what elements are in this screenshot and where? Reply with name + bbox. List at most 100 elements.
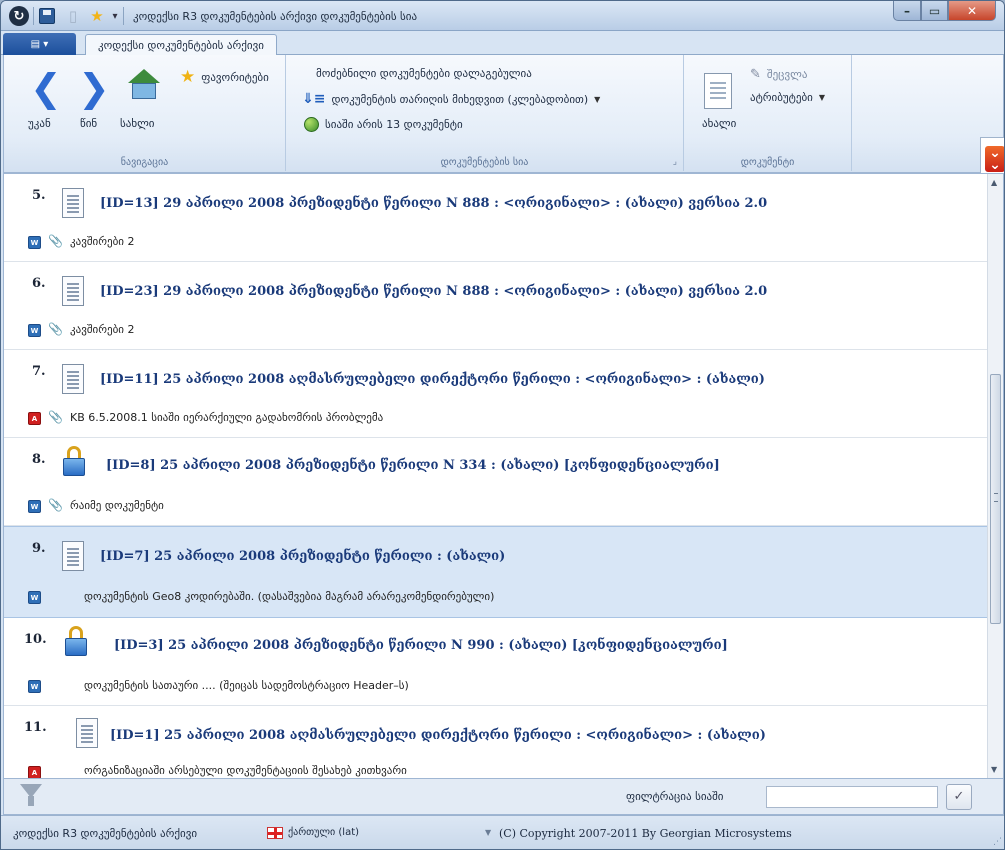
copyright-text: (C) Copyright 2007-2011 By Georgian Micr… xyxy=(499,827,792,840)
list-item[interactable]: 8. [ID=8] 25 აპრილი 2008 პრეზიდენტი წერი… xyxy=(4,438,988,526)
filter-bar: ფილტრაცია სიაში ✓ xyxy=(3,779,1004,815)
group-label-navigation: ნავიგაცია xyxy=(120,157,169,168)
record-description: KB 6.5.2008.1 სიაში იერარქიული გადახომრი… xyxy=(70,411,384,424)
record-description: კავშირები 2 xyxy=(70,323,135,336)
maximize-button[interactable]: ▭ xyxy=(921,1,948,21)
group-label-document: დოკუმენტი xyxy=(740,157,795,168)
back-arrow-icon[interactable]: ❮ xyxy=(30,69,62,107)
filter-funnel-icon[interactable] xyxy=(20,784,42,806)
record-number: 11. xyxy=(24,720,47,735)
ribbon-group-navigation: ❮ უკან ❯ წინ სახლი ★ ფავორიტები ნავიგაცი… xyxy=(4,55,286,171)
attachment-icon[interactable]: 📎 xyxy=(48,234,63,248)
star-icon: ★ xyxy=(180,67,196,87)
forward-arrow-icon[interactable]: ❯ xyxy=(78,69,110,107)
favorites-button[interactable]: ★ ფავორიტები xyxy=(180,67,269,87)
app-window: ↻ ▯ ★ ▾ კოდექსი R3 დოკუმენტების არქივი დ… xyxy=(0,0,1005,850)
filter-input[interactable] xyxy=(766,786,938,808)
scrollbar-thumb[interactable] xyxy=(990,374,1001,624)
record-description: ორგანიზაციაში არსებული დოკუმენტაციის შეს… xyxy=(84,764,407,777)
home-label[interactable]: სახლი xyxy=(120,117,154,130)
forward-label[interactable]: წინ xyxy=(80,117,97,130)
edit-label: შეცვლა xyxy=(766,68,808,81)
separator xyxy=(123,7,124,25)
word-icon[interactable]: W xyxy=(28,591,41,604)
record-title[interactable]: [ID=23] 29 აპრილი 2008 პრეზიდენტი წერილი… xyxy=(100,284,767,299)
record-number: 9. xyxy=(32,541,46,556)
refresh-icon[interactable]: ↻ xyxy=(9,6,29,26)
back-label[interactable]: უკან xyxy=(28,117,51,130)
pdf-icon[interactable]: A xyxy=(28,766,41,778)
ribbon-tab-row: ▤ ▾ კოდექსი დოკუმენტების არქივი xyxy=(1,31,1004,56)
word-icon[interactable]: W xyxy=(28,324,41,337)
attachment-icon[interactable]: 📎 xyxy=(48,498,63,512)
document-list: 5. [ID=13] 29 აპრილი 2008 პრეზიდენტი წერ… xyxy=(3,173,1004,779)
record-number: 7. xyxy=(32,364,46,379)
georgia-flag-icon xyxy=(267,827,283,839)
apply-filter-button[interactable]: ✓ xyxy=(946,784,972,810)
record-number: 5. xyxy=(32,188,46,203)
list-item[interactable]: 10. [ID=3] 25 აპრილი 2008 პრეზიდენტი წერ… xyxy=(4,618,988,706)
attachment-icon[interactable]: 📎 xyxy=(48,410,63,424)
list-item[interactable]: 5. [ID=13] 29 აპრილი 2008 პრეზიდენტი წერ… xyxy=(4,174,988,262)
minimize-button[interactable]: – xyxy=(893,1,921,21)
document-icon[interactable]: ▯ xyxy=(63,6,83,26)
record-title[interactable]: [ID=13] 29 აპრილი 2008 პრეზიდენტი წერილი… xyxy=(100,196,767,211)
tab-archive[interactable]: კოდექსი დოკუმენტების არქივი xyxy=(85,34,277,56)
attributes-dropdown[interactable]: ატრიბუტები ▼ xyxy=(750,91,825,104)
new-document-icon[interactable] xyxy=(704,73,732,109)
collapse-ribbon-button[interactable]: ⌄ ⌄ xyxy=(980,137,1004,177)
favorite-star-icon[interactable]: ★ xyxy=(87,6,107,26)
save-icon[interactable] xyxy=(39,8,55,24)
document-count-label: სიაში არის 13 დოკუმენტი xyxy=(325,118,463,131)
record-description: დოკუმენტის სათაური .... (შეიცას სადემოსტ… xyxy=(84,679,409,692)
record-title[interactable]: [ID=11] 25 აპრილი 2008 აღმასრულებელი დირ… xyxy=(100,372,765,387)
record-description: კავშირები 2 xyxy=(70,235,135,248)
separator xyxy=(33,7,34,25)
close-button[interactable]: ✕ xyxy=(948,1,996,21)
resize-grip-icon[interactable]: ⋰ xyxy=(993,837,1002,847)
word-icon[interactable]: W xyxy=(28,500,41,513)
document-icon xyxy=(76,718,98,748)
status-app-name: კოდექსი R3 დოკუმენტების არქივი xyxy=(13,827,198,840)
record-title[interactable]: [ID=1] 25 აპრილი 2008 აღმასრულებელი დირე… xyxy=(110,728,766,743)
new-document-label[interactable]: ახალი xyxy=(702,117,736,130)
home-icon[interactable] xyxy=(128,69,160,101)
title-bar: ↻ ▯ ★ ▾ კოდექსი R3 დოკუმენტების არქივი დ… xyxy=(1,1,1004,31)
pdf-icon[interactable]: A xyxy=(28,412,41,425)
ribbon: ❮ უკან ❯ წინ სახლი ★ ფავორიტები ნავიგაცი… xyxy=(3,55,1004,177)
status-bar: კოდექსი R3 დოკუმენტების არქივი ქართული (… xyxy=(1,815,1004,849)
ribbon-group-document: ახალი ✎ შეცვლა ატრიბუტები ▼ დოკუმენტი xyxy=(684,55,852,171)
attributes-label: ატრიბუტები xyxy=(750,91,813,104)
vertical-scrollbar[interactable]: ▲ ▼ xyxy=(987,174,1003,778)
double-chevron-down-icon: ⌄ ⌄ xyxy=(985,146,1004,172)
scroll-down-arrow-icon[interactable]: ▼ xyxy=(991,765,997,774)
grip-icon xyxy=(994,493,998,502)
group-label-document-list: დოკუმენტების სია xyxy=(440,157,529,168)
record-number: 6. xyxy=(32,276,46,291)
record-title[interactable]: [ID=7] 25 აპრილი 2008 პრეზიდენტი წერილი … xyxy=(100,549,505,564)
ribbon-group-document-list: მოძებნილი დოკუმენტები დალაგებულია ⇓≡ დოკ… xyxy=(286,55,684,171)
list-item-selected[interactable]: 9. [ID=7] 25 აპრილი 2008 პრეზიდენტი წერი… xyxy=(4,526,988,618)
window-title: კოდექსი R3 დოკუმენტების არქივი დოკუმენტე… xyxy=(133,10,418,23)
list-item[interactable]: 6. [ID=23] 29 აპრილი 2008 პრეზიდენტი წერ… xyxy=(4,262,988,350)
attachment-icon[interactable]: 📎 xyxy=(48,322,63,336)
scroll-up-arrow-icon[interactable]: ▲ xyxy=(991,178,997,187)
edit-button[interactable]: ✎ შეცვლა xyxy=(750,67,807,82)
chevron-down-icon[interactable]: ▼ xyxy=(485,828,491,837)
record-number: 10. xyxy=(24,632,47,647)
record-title[interactable]: [ID=8] 25 აპრილი 2008 პრეზიდენტი წერილი … xyxy=(106,458,720,473)
lock-icon xyxy=(60,446,90,478)
word-icon[interactable]: W xyxy=(28,680,41,693)
record-title[interactable]: [ID=3] 25 აპრილი 2008 პრეზიდენტი წერილი … xyxy=(114,638,728,653)
document-icon xyxy=(62,276,84,306)
language-selector[interactable]: ქართული (lat) xyxy=(288,827,359,838)
list-item[interactable]: 11. [ID=1] 25 აპრილი 2008 აღმასრულებელი … xyxy=(4,706,988,778)
quick-access-dropdown-icon[interactable]: ▾ xyxy=(105,6,125,26)
list-item[interactable]: 7. [ID=11] 25 აპრილი 2008 აღმასრულებელი … xyxy=(4,350,988,438)
sort-status-text: მოძებნილი დოკუმენტები დალაგებულია xyxy=(316,67,532,80)
lock-icon xyxy=(62,626,92,658)
app-menu-button[interactable]: ▤ ▾ xyxy=(3,33,76,55)
filter-label: ფილტრაცია სიაში xyxy=(626,790,724,803)
sort-order-dropdown[interactable]: ⇓≡ დოკუმენტის თარიღის მიხედვით (კლებადობ… xyxy=(302,91,600,107)
word-icon[interactable]: W xyxy=(28,236,41,249)
